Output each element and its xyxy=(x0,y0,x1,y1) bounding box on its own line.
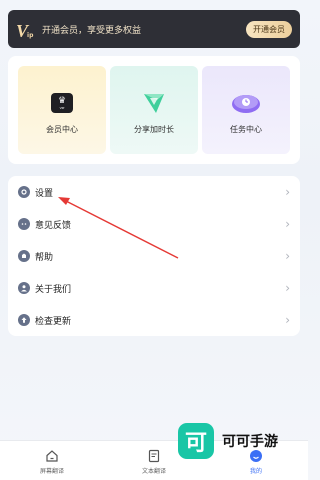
help-icon xyxy=(18,250,30,262)
menu-item-label: 意见反馈 xyxy=(35,220,72,231)
chevron-right-icon: › xyxy=(285,217,290,231)
chevron-right-icon: › xyxy=(285,281,290,295)
chevron-right-icon: › xyxy=(285,249,290,263)
vip-open-button[interactable]: 开通会员 xyxy=(246,20,292,38)
feature-card-label: 任务中心 xyxy=(230,125,262,134)
vip-promo-text: 开通会员，享受更多权益 xyxy=(42,25,142,36)
nav-tab-screen-translate[interactable]: 屏幕翻译 xyxy=(22,449,82,475)
feature-panel: ♛ VIP 会员中心 分享加时长 任务中心 xyxy=(8,56,300,164)
vip-banner[interactable]: V ip 开通会员，享受更多权益 开通会员 xyxy=(8,10,300,48)
nav-tab-label: 屏幕翻译 xyxy=(39,468,64,475)
menu-item-label: 关于我们 xyxy=(35,284,72,295)
share-flag-icon xyxy=(141,88,167,118)
menu-item-label: 设置 xyxy=(35,188,54,199)
menu-item-check-update[interactable]: 检查更新 › xyxy=(8,304,300,336)
watermark: 可 可可手游 xyxy=(178,423,278,459)
menu-item-feedback[interactable]: 意见反馈 › xyxy=(8,208,300,240)
menu-item-label: 帮助 xyxy=(35,252,54,263)
menu-item-label: 检查更新 xyxy=(35,316,72,327)
feature-card-label: 分享加时长 xyxy=(134,125,174,134)
feedback-icon xyxy=(18,218,30,230)
nav-tab-label: 文本翻译 xyxy=(141,468,166,475)
menu-item-settings[interactable]: 设置 › xyxy=(8,176,300,208)
feature-card-member-center[interactable]: ♛ VIP 会员中心 xyxy=(18,66,106,154)
feature-card-label: 会员中心 xyxy=(46,125,78,134)
chevron-right-icon: › xyxy=(285,313,290,327)
nav-tab-label: 我的 xyxy=(249,468,262,475)
feature-card-task-center[interactable]: 任务中心 xyxy=(202,66,290,154)
feature-card-share[interactable]: 分享加时长 xyxy=(110,66,198,154)
chevron-right-icon: › xyxy=(285,185,290,199)
watermark-logo: 可 xyxy=(178,423,214,459)
update-icon xyxy=(18,314,30,326)
settings-icon xyxy=(18,186,30,198)
about-icon xyxy=(18,282,30,294)
watermark-text: 可可手游 xyxy=(222,434,278,450)
menu-item-about[interactable]: 关于我们 › xyxy=(8,272,300,304)
nav-tab-text-translate[interactable]: 文本翻译 xyxy=(124,449,184,475)
home-icon xyxy=(46,450,58,462)
menu-item-help[interactable]: 帮助 › xyxy=(8,240,300,272)
vip-badge-icon: V ip xyxy=(16,21,34,41)
menu-panel: 设置 › 意见反馈 › 帮助 › 关于我们 › 检查更新 › xyxy=(8,176,300,336)
task-clock-icon xyxy=(229,88,263,118)
document-icon xyxy=(148,449,160,463)
crown-icon: ♛ VIP xyxy=(51,88,73,118)
